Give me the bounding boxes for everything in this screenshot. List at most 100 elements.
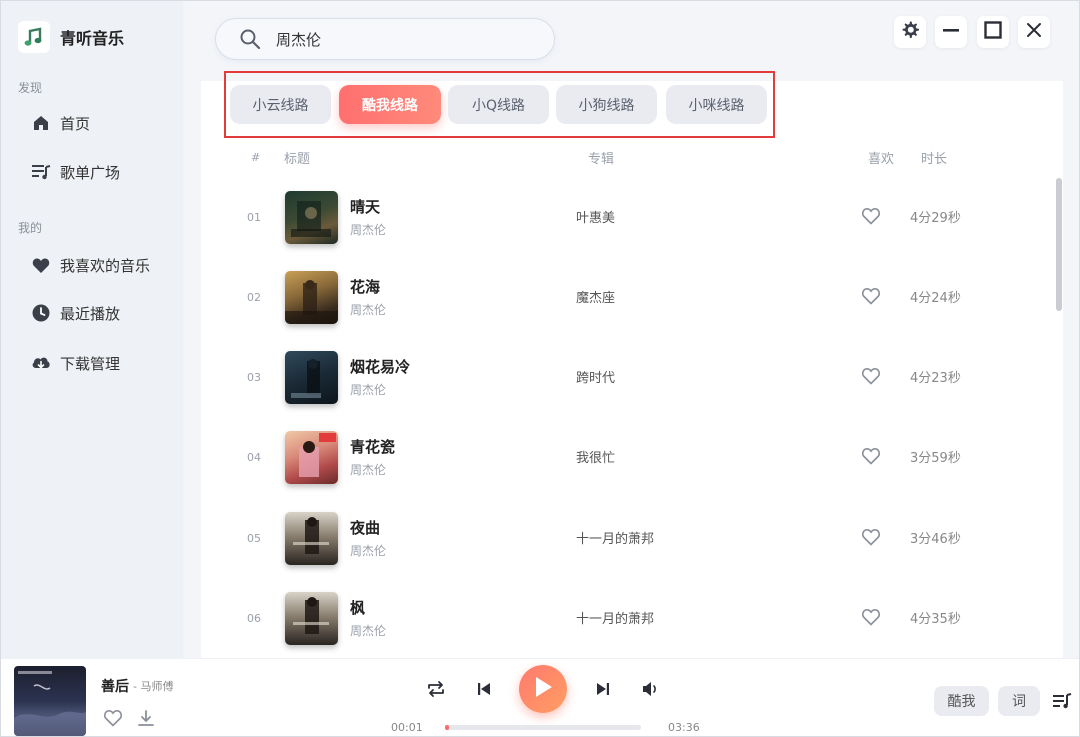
play-icon bbox=[533, 676, 553, 702]
volume-icon[interactable] bbox=[638, 677, 662, 701]
like-heart-icon[interactable] bbox=[861, 527, 881, 547]
app-logo: 青听音乐 bbox=[18, 21, 124, 53]
song-number: 04 bbox=[247, 451, 261, 464]
song-artist[interactable]: 周杰伦 bbox=[350, 221, 386, 238]
like-heart-icon[interactable] bbox=[102, 707, 124, 729]
song-duration: 4分35秒 bbox=[910, 612, 961, 627]
source-chip-kuwo[interactable]: 酷我线路 bbox=[339, 85, 441, 124]
list-scrollbar[interactable] bbox=[1056, 178, 1062, 311]
album-cover bbox=[285, 592, 338, 645]
app-name: 青听音乐 bbox=[60, 29, 125, 48]
song-row[interactable]: 03 烟花易冷 周杰伦 跨时代 4分23秒 bbox=[201, 339, 1041, 419]
header-album: 专辑 bbox=[588, 152, 615, 167]
song-duration: 3分46秒 bbox=[910, 532, 961, 547]
song-title: 花海 bbox=[350, 278, 381, 296]
search-input[interactable] bbox=[276, 30, 516, 48]
song-number: 05 bbox=[247, 532, 261, 545]
cloud-download-icon bbox=[31, 353, 51, 373]
song-album[interactable]: 叶惠美 bbox=[576, 207, 615, 226]
app-window: 青听音乐 发现 首页 歌单广场 我的 我喜欢的音乐 最近播放 下载管理 周杰伦 … bbox=[0, 0, 1080, 737]
playlist-queue-icon[interactable] bbox=[1050, 689, 1074, 713]
song-number: 01 bbox=[247, 211, 261, 224]
song-album[interactable]: 跨时代 bbox=[576, 367, 615, 386]
song-album[interactable]: 十一月的萧邦 bbox=[576, 528, 654, 547]
maximize-button[interactable] bbox=[977, 16, 1009, 48]
repeat-icon[interactable] bbox=[424, 677, 448, 701]
current-time: 00:01 bbox=[391, 721, 423, 734]
album-cover bbox=[285, 191, 338, 244]
album-cover bbox=[285, 351, 338, 404]
sidebar-item-playlist-square[interactable]: 歌单广场 bbox=[31, 159, 120, 185]
total-time: 03:36 bbox=[668, 721, 700, 734]
section-label-mine: 我的 bbox=[18, 221, 43, 235]
song-row[interactable]: 04 青花瓷 周杰伦 我很忙 3分59秒 bbox=[201, 419, 1041, 499]
sidebar-item-home[interactable]: 首页 bbox=[31, 110, 90, 136]
song-duration: 4分23秒 bbox=[910, 371, 961, 386]
download-icon[interactable] bbox=[135, 707, 157, 729]
sidebar-item-downloads[interactable]: 下载管理 bbox=[31, 350, 120, 376]
next-track-icon[interactable] bbox=[591, 677, 615, 701]
now-playing-cover[interactable] bbox=[14, 666, 86, 736]
section-label-discover: 发现 bbox=[18, 81, 43, 95]
album-cover bbox=[285, 512, 338, 565]
like-heart-icon[interactable] bbox=[861, 206, 881, 226]
source-chip-xiaomi[interactable]: 小咪线路 bbox=[666, 85, 767, 124]
source-chip-xiaoq[interactable]: 小Q线路 bbox=[448, 85, 549, 124]
like-heart-icon[interactable] bbox=[861, 286, 881, 306]
song-artist[interactable]: 周杰伦 bbox=[350, 381, 386, 398]
song-number: 02 bbox=[247, 291, 261, 304]
song-album[interactable]: 十一月的萧邦 bbox=[576, 608, 654, 627]
song-row[interactable]: 06 枫 周杰伦 十一月的萧邦 4分35秒 bbox=[201, 580, 1041, 660]
sidebar: 青听音乐 发现 首页 歌单广场 我的 我喜欢的音乐 最近播放 下载管理 bbox=[1, 1, 183, 658]
close-button[interactable] bbox=[1018, 16, 1050, 48]
source-switch-button[interactable]: 酷我 bbox=[934, 686, 989, 716]
song-row[interactable]: 02 花海 周杰伦 魔杰座 4分24秒 bbox=[201, 259, 1041, 339]
sidebar-item-recent[interactable]: 最近播放 bbox=[31, 300, 120, 326]
source-chip-xiaogou[interactable]: 小狗线路 bbox=[556, 85, 657, 124]
progress-fill bbox=[445, 725, 449, 730]
like-heart-icon[interactable] bbox=[861, 366, 881, 386]
playlist-icon bbox=[31, 162, 51, 182]
now-playing-title: 善后 bbox=[101, 679, 129, 695]
song-artist[interactable]: 周杰伦 bbox=[350, 301, 386, 318]
song-row[interactable]: 01 晴天 周杰伦 叶惠美 4分29秒 bbox=[201, 179, 1041, 259]
song-title: 夜曲 bbox=[350, 519, 381, 537]
now-playing-artist[interactable]: - 马师傅 bbox=[133, 678, 173, 694]
search-box[interactable] bbox=[215, 18, 555, 60]
lyrics-button[interactable]: 词 bbox=[998, 686, 1040, 716]
header-duration: 时长 bbox=[921, 152, 948, 167]
previous-track-icon[interactable] bbox=[472, 677, 496, 701]
progress-bar[interactable] bbox=[445, 725, 641, 730]
clock-icon bbox=[31, 303, 51, 323]
song-title: 晴天 bbox=[350, 198, 381, 216]
song-row[interactable]: 05 夜曲 周杰伦 十一月的萧邦 3分46秒 bbox=[201, 500, 1041, 580]
song-album[interactable]: 我很忙 bbox=[576, 447, 615, 466]
maximize-icon bbox=[984, 21, 1002, 43]
sidebar-item-label: 歌单广场 bbox=[60, 163, 121, 182]
play-button[interactable] bbox=[519, 665, 567, 713]
player-bar: 善后 - 马师傅 00:01 03:36 酷我 词 bbox=[1, 658, 1079, 736]
sidebar-item-label: 首页 bbox=[60, 114, 91, 133]
song-artist[interactable]: 周杰伦 bbox=[350, 461, 386, 478]
source-chip-xiaoyun[interactable]: 小云线路 bbox=[230, 85, 331, 124]
like-heart-icon[interactable] bbox=[861, 446, 881, 466]
music-note-icon bbox=[18, 21, 50, 53]
close-icon bbox=[1026, 22, 1042, 42]
minimize-icon bbox=[942, 21, 960, 43]
song-duration: 4分24秒 bbox=[910, 291, 961, 306]
song-title: 青花瓷 bbox=[350, 438, 396, 456]
song-artist[interactable]: 周杰伦 bbox=[350, 622, 386, 639]
settings-button[interactable] bbox=[894, 16, 926, 48]
like-heart-icon[interactable] bbox=[861, 607, 881, 627]
sidebar-item-label: 下载管理 bbox=[60, 354, 121, 373]
song-album[interactable]: 魔杰座 bbox=[576, 287, 615, 306]
minimize-button[interactable] bbox=[935, 16, 967, 48]
search-icon bbox=[238, 27, 262, 51]
heart-icon bbox=[31, 255, 51, 275]
sidebar-item-liked-music[interactable]: 我喜欢的音乐 bbox=[31, 252, 150, 278]
song-duration: 4分29秒 bbox=[910, 211, 961, 226]
song-artist[interactable]: 周杰伦 bbox=[350, 542, 386, 559]
song-duration: 3分59秒 bbox=[910, 451, 961, 466]
sidebar-item-label: 最近播放 bbox=[60, 304, 121, 323]
song-title: 枫 bbox=[350, 599, 366, 617]
